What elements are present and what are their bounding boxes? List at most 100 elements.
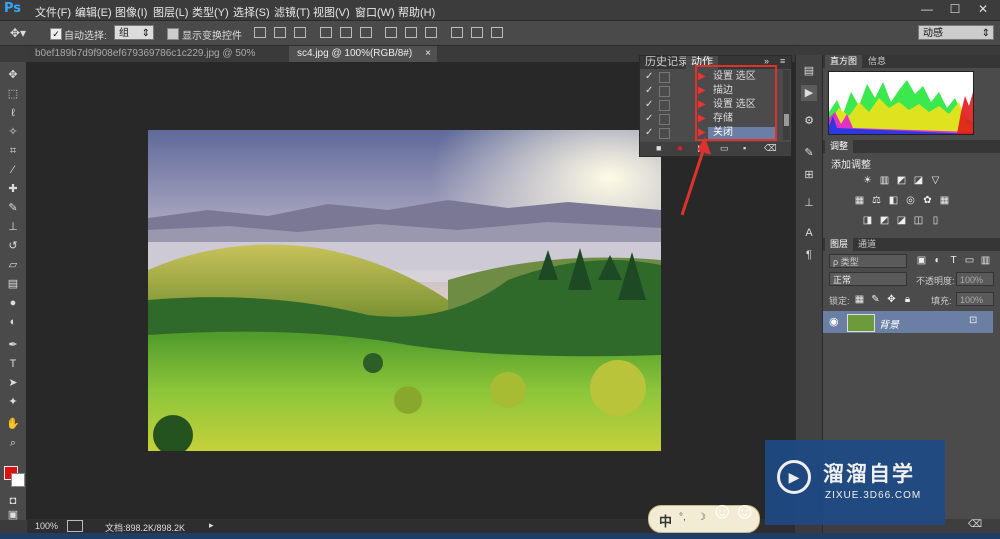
blur-tool-icon[interactable]: ● <box>5 296 21 310</box>
hue-saturation-icon[interactable]: ▦ <box>853 195 866 206</box>
check-icon[interactable]: ✓ <box>645 98 653 112</box>
dialog-toggle[interactable] <box>659 128 670 139</box>
ime-mode-label[interactable]: 中 <box>659 511 672 530</box>
scrollbar[interactable] <box>783 70 790 140</box>
tab-adjustments[interactable]: 调整 <box>825 140 854 153</box>
background-color-swatch[interactable] <box>11 473 25 487</box>
scrollbar-thumb[interactable] <box>784 114 789 126</box>
gradient-tool-icon[interactable]: ▤ <box>5 277 21 291</box>
restore-button[interactable]: ☐ <box>943 2 967 16</box>
marquee-tool-icon[interactable]: ⬚ <box>5 87 21 101</box>
check-icon[interactable]: ✓ <box>645 112 653 126</box>
distribute-bottom-icon[interactable] <box>425 27 437 38</box>
color-balance-icon[interactable]: ⚖ <box>870 195 883 206</box>
tab-histogram[interactable]: 直方图 <box>825 55 863 68</box>
brush-presets-icon[interactable]: ⊞ <box>801 167 817 183</box>
menu-image[interactable]: 图像(I) <box>115 4 147 20</box>
history-brush-tool-icon[interactable]: ↺ <box>5 239 21 253</box>
workspace-dropdown[interactable]: 动感 ⇕ <box>918 25 994 40</box>
posterize-icon[interactable]: ◩ <box>878 215 891 226</box>
filter-shape-icon[interactable]: ▭ <box>963 255 976 266</box>
healing-brush-tool-icon[interactable]: ✚ <box>5 182 21 196</box>
properties-panel-icon[interactable]: ⚙ <box>801 113 817 129</box>
menu-edit[interactable]: 编辑(E) <box>75 4 112 20</box>
status-menu-arrow-icon[interactable]: ▸ <box>209 520 214 531</box>
tab-document-1[interactable]: b0ef189b7d9f908ef679369786c1c229.jpg @ 5… <box>27 46 289 75</box>
filter-pixel-icon[interactable]: ▣ <box>915 255 928 266</box>
menu-filter[interactable]: 滤镜(T) <box>274 4 310 20</box>
dialog-toggle[interactable] <box>659 86 670 97</box>
channel-mixer-icon[interactable]: ✿ <box>921 195 934 206</box>
pen-tool-icon[interactable]: ✒ <box>5 338 21 352</box>
trash-icon[interactable]: ⌫ <box>764 143 777 154</box>
menu-window[interactable]: 窗口(W) <box>355 4 395 20</box>
path-selection-tool-icon[interactable]: ➤ <box>5 376 21 390</box>
eraser-tool-icon[interactable]: ▱ <box>5 258 21 272</box>
exposure-icon[interactable]: ◪ <box>912 175 925 186</box>
tab-document-2[interactable]: sc4.jpg @ 100%(RGB/8#) × <box>289 46 437 62</box>
magic-wand-tool-icon[interactable]: ✧ <box>5 125 21 139</box>
align-top-icon[interactable] <box>254 27 266 38</box>
menu-type[interactable]: 类型(Y) <box>192 4 229 20</box>
fill-input[interactable]: 100% <box>956 292 994 306</box>
menu-layer[interactable]: 图层(L) <box>153 4 188 20</box>
photo-filter-icon[interactable]: ◎ <box>904 195 917 206</box>
new-set-icon[interactable]: ▭ <box>720 143 729 154</box>
menu-select[interactable]: 选择(S) <box>233 4 270 20</box>
gradient-map-icon[interactable]: ▯ <box>929 215 942 226</box>
type-tool-icon[interactable]: T <box>5 357 21 371</box>
distribute-right-icon[interactable] <box>491 27 503 38</box>
blend-mode-dropdown[interactable]: 正常 <box>829 272 907 286</box>
menu-help[interactable]: 帮助(H) <box>398 4 435 20</box>
menu-view[interactable]: 视图(V) <box>313 4 350 20</box>
tab-channels[interactable]: 通道 <box>853 238 881 251</box>
tab-info[interactable]: 信息 <box>863 55 891 68</box>
align-hcenter-icon[interactable] <box>340 27 352 38</box>
lock-all-icon[interactable]: 🔒︎ <box>901 294 914 305</box>
black-white-icon[interactable]: ◧ <box>887 195 900 206</box>
clone-stamp-tool-icon[interactable]: ⊥ <box>5 220 21 234</box>
quick-mask-icon[interactable]: ◘ <box>5 494 21 508</box>
zoom-level[interactable]: 100% <box>35 521 58 531</box>
lock-transparency-icon[interactable]: ▦ <box>853 294 866 305</box>
auto-select-checkbox[interactable]: ✓ <box>50 28 62 40</box>
vibrance-icon[interactable]: ▽ <box>929 175 942 186</box>
dodge-tool-icon[interactable]: ◐ <box>5 315 21 329</box>
menu-file[interactable]: 文件(F) <box>35 4 71 20</box>
check-icon[interactable]: ✓ <box>645 84 653 98</box>
auto-select-dropdown[interactable]: 组 ⇕ <box>114 25 154 40</box>
character-panel-icon[interactable]: A <box>801 225 817 241</box>
close-button[interactable]: ✕ <box>971 2 995 16</box>
crop-tool-icon[interactable]: ⌗ <box>5 144 21 158</box>
brush-panel-icon[interactable]: ✎ <box>801 145 817 161</box>
hand-tool-icon[interactable]: ✋ <box>5 417 21 431</box>
visibility-eye-icon[interactable]: ◉ <box>829 315 839 328</box>
new-action-icon[interactable]: ▪ <box>743 143 746 153</box>
move-tool-icon[interactable]: ✥ <box>5 68 21 82</box>
check-icon[interactable]: ✓ <box>645 70 653 84</box>
distribute-top-icon[interactable] <box>385 27 397 38</box>
paragraph-panel-icon[interactable]: ¶ <box>801 247 817 263</box>
distribute-hcenter-icon[interactable] <box>471 27 483 38</box>
threshold-icon[interactable]: ◪ <box>895 215 908 226</box>
distribute-left-icon[interactable] <box>451 27 463 38</box>
shape-tool-icon[interactable]: ✦ <box>5 395 21 409</box>
align-bottom-icon[interactable] <box>294 27 306 38</box>
align-vcenter-icon[interactable] <box>274 27 286 38</box>
clone-source-icon[interactable]: ⊥ <box>801 195 817 211</box>
stop-icon[interactable]: ■ <box>656 143 661 153</box>
brush-tool-icon[interactable]: ✎ <box>5 201 21 215</box>
lock-pixels-icon[interactable]: ✎ <box>869 294 882 305</box>
tab-layers[interactable]: 图层 <box>825 238 854 251</box>
punctuation-icon[interactable]: °, <box>679 512 686 523</box>
panel-menu-icon[interactable]: ≡ <box>780 56 785 66</box>
filter-type-icon[interactable]: T <box>947 255 960 266</box>
minimize-button[interactable]: — <box>915 2 939 16</box>
ime-toolbar[interactable]: 中 °, ☽ ☺☺ <box>648 498 760 533</box>
landscape-photo[interactable] <box>148 130 661 451</box>
align-left-icon[interactable] <box>320 27 332 38</box>
check-icon[interactable]: ✓ <box>645 126 653 140</box>
invert-icon[interactable]: ◨ <box>861 215 874 226</box>
align-right-icon[interactable] <box>360 27 372 38</box>
screen-mode-icon[interactable]: ▣ <box>5 510 21 521</box>
